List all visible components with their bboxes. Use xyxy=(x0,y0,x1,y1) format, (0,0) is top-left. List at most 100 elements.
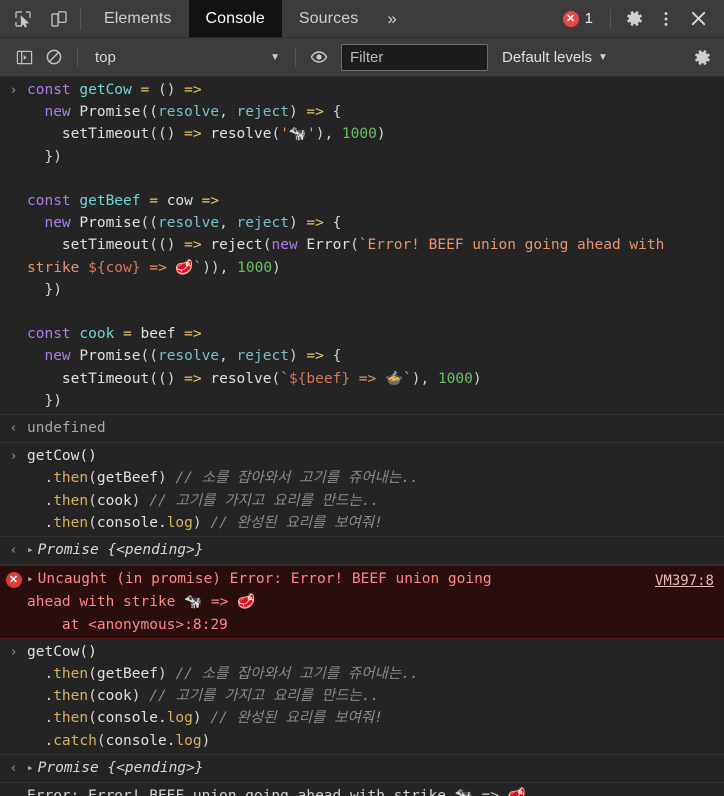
console-output-message[interactable]: ‹ undefined xyxy=(0,415,724,444)
input-arrow-icon: › xyxy=(9,644,18,660)
code-token: then xyxy=(53,492,89,509)
promise-value: Promise {<pending>} xyxy=(37,759,204,776)
code-token: getCow() xyxy=(27,448,97,465)
code-token: getCow() xyxy=(27,643,97,660)
disclosure-triangle-icon[interactable]: ▸ xyxy=(27,539,34,561)
disclosure-triangle-icon[interactable]: ▸ xyxy=(27,568,34,590)
code-token: reject xyxy=(236,104,289,121)
code-token: setTimeout xyxy=(61,126,150,143)
code-token: then xyxy=(53,514,89,531)
error-count-value: 1 xyxy=(584,10,593,27)
logged-error-text: Error: Error! BEEF union going ahead wit… xyxy=(27,788,526,796)
code-token: ) xyxy=(192,514,211,531)
levels-chevron-down-icon: ▼ xyxy=(598,51,608,63)
code-token: then xyxy=(53,470,89,487)
more-tabs-button[interactable]: » xyxy=(375,0,409,37)
gear-icon[interactable] xyxy=(620,5,648,33)
clear-console-icon[interactable] xyxy=(40,43,68,71)
error-count-badge[interactable]: ✕ 1 xyxy=(555,10,601,27)
code-token: , xyxy=(219,215,237,232)
console-input-message[interactable]: › getCow() .then(getBeef) // 소를 잡아와서 고기를 … xyxy=(0,443,724,538)
console-error-message[interactable]: ✕ VM397:8 ▸ Uncaught (in promise) Error: Er… xyxy=(0,565,724,639)
code-token: then xyxy=(53,688,89,705)
console-output-message[interactable]: ‹ ▸ Promise {<pending>} xyxy=(0,537,724,566)
code-token: (( xyxy=(140,215,158,232)
kebab-menu-icon[interactable] xyxy=(652,5,680,33)
code-token: { xyxy=(323,215,342,232)
code-token: getCow xyxy=(79,82,132,98)
tab-console-label: Console xyxy=(205,9,265,27)
live-expression-eye-icon[interactable] xyxy=(305,43,333,71)
close-icon[interactable] xyxy=(684,5,712,33)
code-token: // 고기를 가지고 요리를 만드는.. xyxy=(149,492,380,509)
console-message-list[interactable]: › const getCow = () => new Promise((resol… xyxy=(0,77,724,796)
code-token: => xyxy=(184,237,202,254)
console-output-message[interactable]: ‹ ▸ Promise {<pending>} xyxy=(0,755,724,784)
console-settings-gear-icon[interactable] xyxy=(688,43,716,71)
code-token: . xyxy=(44,688,54,705)
console-toolbar: top ▼ Default levels ▼ xyxy=(0,38,724,77)
console-toolbar-right xyxy=(688,43,716,71)
console-message-text: const getCow = () => new Promise((resolv… xyxy=(27,79,716,412)
input-arrow-icon: › xyxy=(9,449,18,465)
tab-sources[interactable]: Sources xyxy=(282,0,375,37)
code-token: then xyxy=(53,666,89,683)
code-token: console. xyxy=(96,514,167,531)
filter-input[interactable] xyxy=(348,47,481,67)
code-token: const xyxy=(27,82,80,98)
code-token: ) xyxy=(288,348,307,365)
code-token: '🐄' xyxy=(280,126,316,143)
tab-list: Elements Console Sources » xyxy=(87,0,409,37)
disclosure-triangle-icon[interactable]: ▸ xyxy=(27,757,34,779)
error-x-glyph: ✕ xyxy=(5,572,22,589)
code-token: reject xyxy=(210,237,263,254)
code-token: => xyxy=(184,126,202,143)
code-token: // 고기를 가지고 요리를 만드는.. xyxy=(149,688,380,705)
code-token: () xyxy=(149,82,185,98)
log-gutter-spacer xyxy=(0,785,27,786)
code-token: . xyxy=(44,470,54,487)
console-message-text: getCow() .then(getBeef) // 소를 잡아와서 고기를 쥬… xyxy=(27,445,716,534)
code-token: ) xyxy=(131,688,150,705)
tab-sources-label: Sources xyxy=(298,9,359,27)
execution-context-label: top xyxy=(95,48,116,66)
more-tabs-icon: » xyxy=(387,8,397,28)
chevron-down-icon: ▼ xyxy=(270,51,280,63)
code-token: new xyxy=(44,348,80,365)
console-message-text: ▸ Promise {<pending>} xyxy=(27,757,716,780)
source-location-link[interactable]: VM397:8 xyxy=(655,570,714,592)
console-input-message[interactable]: › const getCow = () => new Promise((resol… xyxy=(0,77,724,416)
tab-elements[interactable]: Elements xyxy=(87,0,189,37)
execution-context-selector[interactable]: top ▼ xyxy=(87,45,286,69)
code-token: ( xyxy=(88,492,97,509)
code-token: ` xyxy=(280,370,289,387)
code-token: ) xyxy=(272,259,281,276)
tab-console[interactable]: Console xyxy=(188,0,282,37)
console-sidebar-icon[interactable] xyxy=(10,43,38,71)
console-message-text: getCow() .then(getBeef) // 소를 잡아와서 고기를 쥬… xyxy=(27,641,716,752)
code-token: resolve xyxy=(210,126,272,143)
code-token: . xyxy=(44,492,54,509)
code-token: => xyxy=(184,82,202,98)
code-token: , xyxy=(219,104,237,121)
code-token: ) xyxy=(131,492,150,509)
code-token: . xyxy=(44,666,54,683)
undefined-value: undefined xyxy=(27,420,106,437)
device-toolbar-icon[interactable] xyxy=(46,6,72,32)
code-token: ) xyxy=(201,732,211,749)
code-token: ) xyxy=(157,666,176,683)
console-input-message[interactable]: › getCow() .then(getBeef) // 소를 잡아와서 고기를 … xyxy=(0,639,724,755)
output-arrow-icon: ‹ xyxy=(9,421,18,437)
console-log-message[interactable]: Error: Error! BEEF union going ahead wit… xyxy=(0,783,724,796)
log-levels-selector[interactable]: Default levels ▼ xyxy=(502,49,608,66)
code-token: => xyxy=(306,348,324,365)
code-token: log xyxy=(166,514,193,531)
code-token: (() xyxy=(149,237,185,254)
filter-box[interactable] xyxy=(341,43,488,71)
tabbar-right-divider xyxy=(610,8,611,29)
code-token: resolve xyxy=(157,215,220,232)
inspect-element-icon[interactable] xyxy=(10,6,36,32)
